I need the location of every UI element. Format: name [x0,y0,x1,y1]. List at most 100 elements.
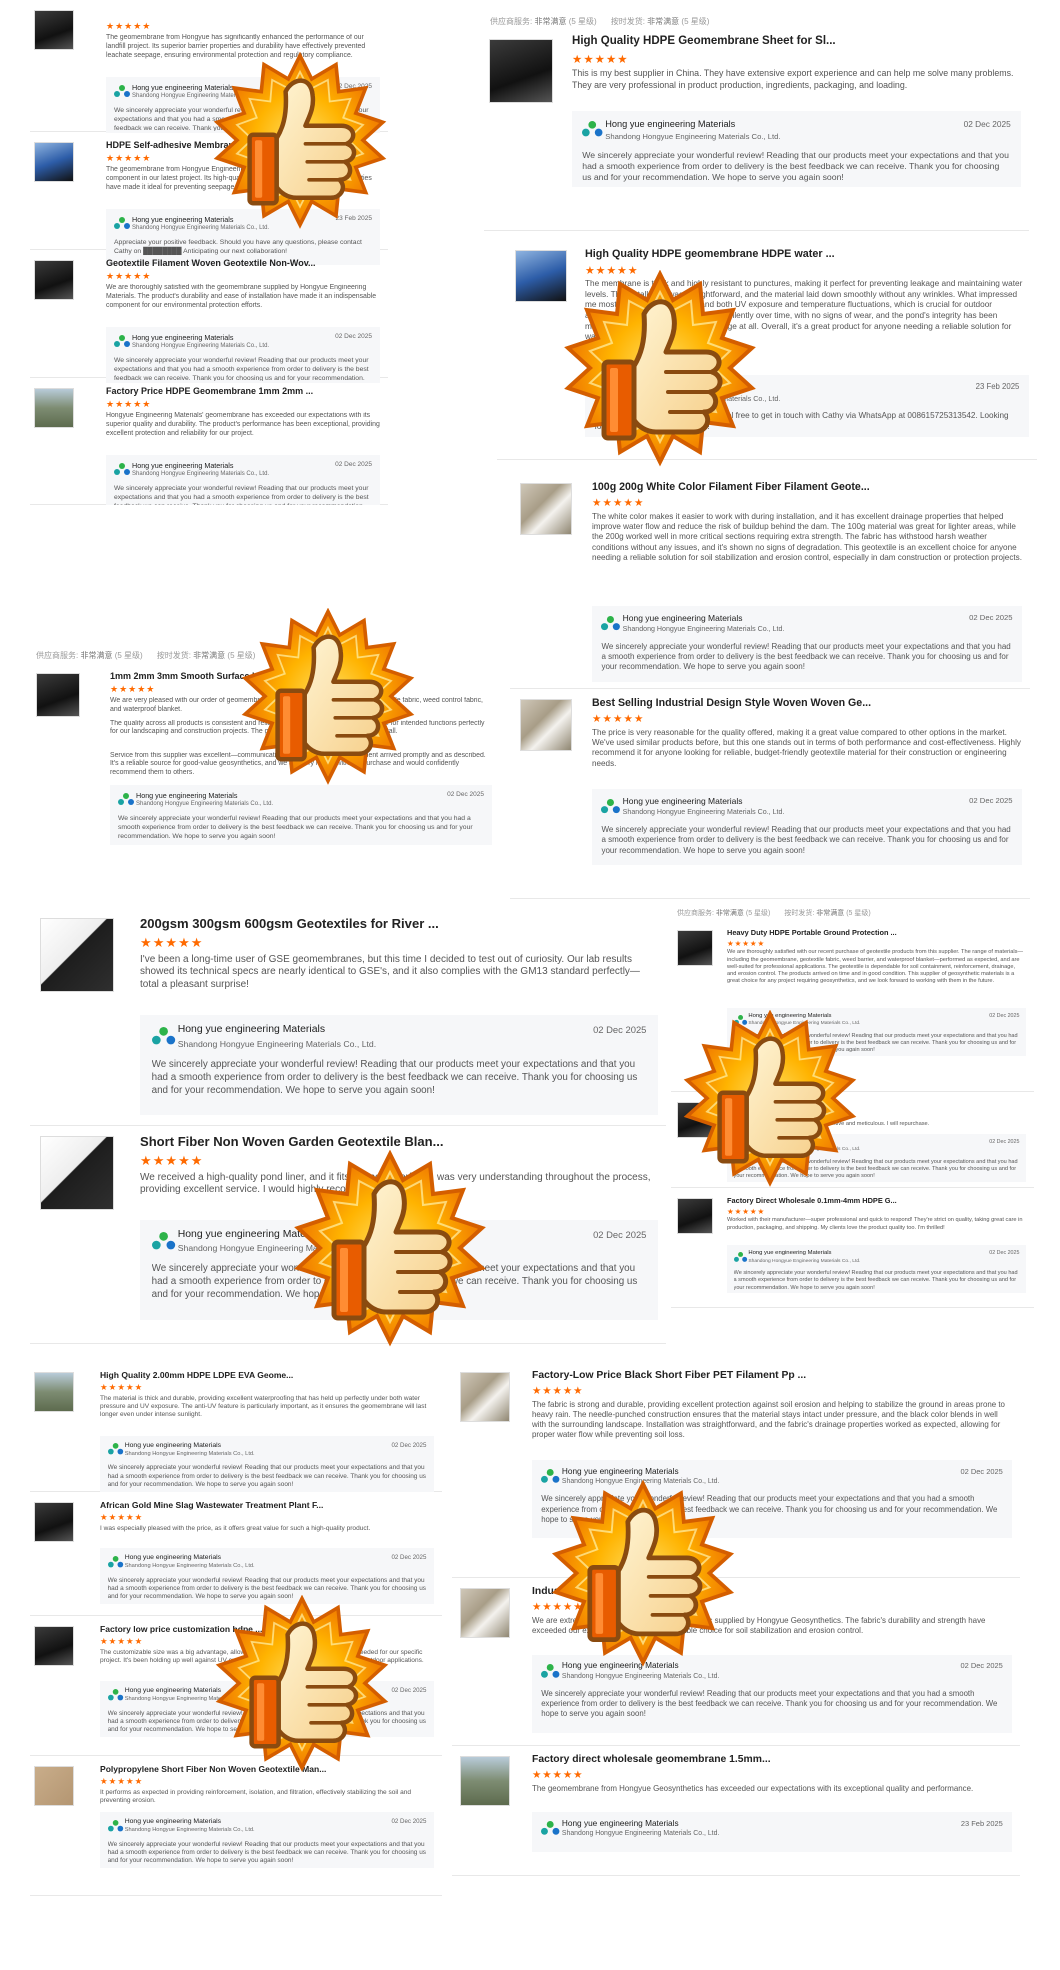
supplier-name: Hong yue engineering Materials [124,1817,222,1825]
product-thumbnail[interactable] [460,1372,510,1422]
supplier-company: Shandong Hongyue Engineering Materials C… [124,1451,255,1458]
reply-text: We sincerely appreciate your wonderful r… [118,815,473,841]
reply-date: 02 Dec 2025 [335,461,372,469]
product-thumbnail[interactable] [34,388,74,428]
thumbs-up-badge-icon [560,270,760,470]
product-title-link[interactable]: Factory-Low Price Black Short Fiber PET … [532,1370,806,1381]
supplier-logo-icon [107,1688,123,1702]
review-text: The geomembrane from Hongyue Geosyntheti… [532,1783,974,1793]
supplier-name: Hong yue engineering Materials [124,1441,222,1449]
review-card: High Quality 2.00mm HDPE LDPE EVA Geome.… [30,1362,442,1492]
reply-text: We sincerely appreciate your wonderful r… [601,641,1011,672]
product-title-link[interactable]: African Gold Mine Slag Wastewater Treatm… [100,1500,323,1510]
product-title-link[interactable]: High Quality HDPE geomembrane HDPE water… [585,248,835,260]
star-rating: ★★★★★ [592,713,645,726]
product-thumbnail[interactable] [34,10,74,50]
supplier-company: Shandong Hongyue Engineering Materials C… [622,808,785,817]
star-rating: ★★★★★ [572,53,629,66]
thumbs-up-badge-icon [212,1595,392,1775]
reply-text: We sincerely appreciate your wonderful r… [582,149,1009,183]
review-text: Worked with their manufacturer—super pro… [727,1217,1023,1231]
product-title-link[interactable]: Factory direct wholesale geomembrane 1.5… [532,1754,771,1765]
review-text: The fabric is strong and durable, provid… [532,1399,1005,1440]
product-thumbnail[interactable] [34,142,74,182]
product-thumbnail[interactable] [36,673,80,717]
reply-text: We sincerely appreciate your wonderful r… [601,824,1011,855]
thumbs-up-badge-icon [210,52,390,232]
product-title-link[interactable]: High Quality HDPE Geomembrane Sheet for … [572,35,836,47]
reply-date: 02 Dec 2025 [969,613,1013,623]
review-panel-b: 供应商服务: 非常满意 (5 星级) 按时发货: 非常满意 (5 星级) Hig… [484,14,1029,234]
star-rating: ★★★★★ [140,1152,204,1168]
product-title-link[interactable]: Short Fiber Non Woven Garden Geotextile … [140,1134,444,1149]
product-thumbnail[interactable] [460,1756,510,1806]
supplier-company: Shandong Hongyue Engineering Materials C… [132,343,270,350]
reply-date: 02 Dec 2025 [593,1024,647,1036]
supplier-name: Hong yue engineering Materials [124,1686,222,1694]
supplier-name: Hong yue engineering Materials [136,791,238,801]
review-text: This is my best supplier in China. They … [572,68,1014,90]
reply-date: 02 Dec 2025 [335,333,372,341]
supplier-name: Hong yue engineering Materials [132,333,234,343]
product-thumbnail[interactable] [40,1136,114,1210]
star-rating: ★★★★★ [140,934,204,950]
reply-date: 02 Dec 2025 [391,1686,427,1694]
supplier-reply: Hong yue engineering MaterialsShandong H… [532,1811,1012,1852]
product-thumbnail[interactable] [34,1372,74,1412]
product-thumbnail[interactable] [34,1502,74,1542]
thumbs-up-badge-icon [238,608,418,788]
product-title-link[interactable]: Factory Price HDPE Geomembrane 1mm 2mm .… [106,386,313,396]
supplier-name: Hong yue engineering Materials [561,1466,679,1476]
supplier-company: Shandong Hongyue Engineering Materials C… [605,131,781,141]
review-panel-d: 100g 200g White Color Filament Fiber Fil… [510,473,1030,903]
product-thumbnail[interactable] [520,483,572,535]
star-rating: ★★★★★ [106,271,152,281]
rating-summary: 供应商服务: 非常满意 (5 星级) 按时发货: 非常满意 (5 星级) [490,17,710,26]
supplier-logo-icon [541,1821,560,1837]
product-title-link[interactable]: 200gsm 300gsm 600gsm Geotextiles for Riv… [140,916,439,931]
product-title-link[interactable]: 100g 200g White Color Filament Fiber Fil… [592,481,870,493]
product-title-link[interactable]: Factory Direct Wholesale 0.1mm-4mm HDPE … [727,1196,897,1205]
product-thumbnail[interactable] [34,1626,74,1666]
star-rating: ★★★★★ [106,153,152,163]
review-text: It performs as expected in providing rei… [100,1788,412,1805]
product-thumbnail[interactable] [34,1766,74,1806]
reply-text: We sincerely appreciate your wonderful r… [541,1689,998,1719]
supplier-logo-icon [107,1555,123,1569]
supplier-name: Hong yue engineering Materials [561,1818,679,1828]
supplier-name: Hong yue engineering Materials [132,461,234,471]
product-thumbnail[interactable] [489,39,553,103]
reply-date: 02 Dec 2025 [989,1250,1020,1257]
star-rating: ★★★★★ [100,1776,144,1787]
review-text: The material is thick and durable, provi… [100,1394,427,1419]
review-text: The white color makes it easier to work … [592,511,1022,563]
review-card: Factory Price HDPE Geomembrane 1mm 2mm .… [30,378,388,505]
product-thumbnail[interactable] [460,1588,510,1638]
product-title-link[interactable]: Heavy Duty HDPE Portable Ground Protecti… [727,928,897,937]
supplier-reply: Hong yue engineering MaterialsShandong H… [592,789,1022,866]
product-title-link[interactable]: Geotextile Filament Woven Geotextile Non… [106,258,316,268]
star-rating: ★★★★★ [110,684,156,694]
product-title-link[interactable]: Best Selling Industrial Design Style Wov… [592,697,871,709]
review-card: Geotextile Filament Woven Geotextile Non… [30,250,388,384]
supplier-company: Shandong Hongyue Engineering Materials C… [124,1827,255,1834]
review-text: We are thoroughly satisfied with our rec… [727,949,1024,985]
star-rating: ★★★★★ [592,497,645,510]
product-thumbnail[interactable] [34,260,74,300]
product-title-link[interactable]: High Quality 2.00mm HDPE LDPE EVA Geome.… [100,1370,293,1380]
reply-date: 02 Dec 2025 [960,1466,1003,1476]
product-thumbnail[interactable] [677,1198,713,1234]
reply-date: 02 Dec 2025 [989,1012,1020,1019]
review-card: 100g 200g White Color Filament Fiber Fil… [510,473,1030,689]
reply-date: 23 Feb 2025 [960,1818,1003,1828]
supplier-logo-icon [114,463,130,477]
product-thumbnail[interactable] [677,930,713,966]
supplier-reply: Hong yue engineering MaterialsShandong H… [572,111,1021,188]
supplier-logo-icon [151,1231,175,1252]
product-thumbnail[interactable] [40,918,114,992]
reply-date: 02 Dec 2025 [969,796,1013,806]
product-thumbnail[interactable] [520,699,572,751]
reply-date: 02 Dec 2025 [391,1817,427,1825]
supplier-reply: Hong yue engineering Materials Shandong H… [100,1435,434,1492]
star-rating: ★★★★★ [727,1206,766,1216]
